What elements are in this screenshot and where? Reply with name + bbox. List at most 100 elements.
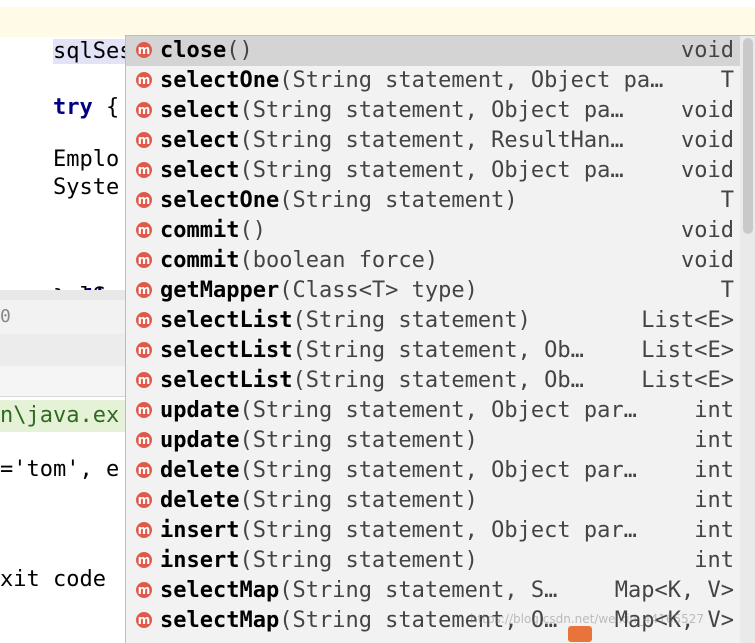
return-type: List<E> xyxy=(641,338,734,363)
console-output-line: ='tom', e xyxy=(0,457,120,482)
method-params: (String statement) xyxy=(239,428,478,453)
completion-item[interactable]: m select(String statement, ResultHan… void xyxy=(126,126,740,156)
method-icon: m xyxy=(136,432,152,448)
completion-item[interactable]: m selectList(String statement, Ob… List<E> xyxy=(126,366,740,396)
method-icon: m xyxy=(136,372,152,388)
method-params: (String statement, Ob… xyxy=(292,338,584,363)
method-name: update xyxy=(160,398,240,423)
method-icon: m xyxy=(136,192,152,208)
completion-scrollbar[interactable] xyxy=(740,36,755,643)
method-signature: getMapper(Class<T> type) xyxy=(160,276,478,306)
method-params: (String statement, Object pa… xyxy=(239,158,624,183)
completion-item[interactable]: m selectOne(String statement) T xyxy=(126,186,740,216)
code-line-1[interactable]: sqlSession. xyxy=(0,7,211,67)
method-signature: delete(String statement) xyxy=(160,486,478,516)
method-name: selectList xyxy=(160,308,293,333)
method-signature: selectList(String statement) xyxy=(160,306,531,336)
code-line-3[interactable]: Emplo xyxy=(0,145,119,175)
method-signature: selectOne(String statement, Object pa… xyxy=(160,66,663,96)
method-signature: selectList(String statement, Ob… xyxy=(160,336,584,366)
method-icon: m xyxy=(136,462,152,478)
completion-item[interactable]: m update(String statement, Object par… int xyxy=(126,396,740,426)
completion-item[interactable]: m selectOne(String statement, Object pa… T xyxy=(126,66,740,96)
console-exit-line: xit code xyxy=(0,567,106,592)
method-name: getMapper xyxy=(160,278,280,303)
method-name: selectMap xyxy=(160,578,280,603)
method-params: (String statement) xyxy=(239,548,478,573)
completion-item[interactable]: m commit() void xyxy=(126,216,740,246)
completion-item[interactable]: m selectList(String statement, Ob… List<E> xyxy=(126,336,740,366)
completion-scroll-thumb[interactable] xyxy=(743,38,753,234)
method-icon: m xyxy=(136,222,152,238)
method-params: (String statement, Ob… xyxy=(292,368,584,393)
open-brace: { xyxy=(92,95,120,120)
method-icon: m xyxy=(136,282,152,298)
method-name: delete xyxy=(160,488,240,513)
method-signature: selectList(String statement, Ob… xyxy=(160,366,584,396)
method-signature: update(String statement) xyxy=(160,426,478,456)
method-signature: insert(String statement, Object par… xyxy=(160,516,637,546)
completion-item[interactable]: m commit(boolean force) void xyxy=(126,246,740,276)
return-type: void xyxy=(681,218,734,243)
completion-item[interactable]: m select(String statement, Object pa… void xyxy=(126,156,740,186)
completion-item[interactable]: m update(String statement) int xyxy=(126,426,740,456)
method-name: insert xyxy=(160,548,240,573)
completion-item[interactable]: m getMapper(Class<T> type) T xyxy=(126,276,740,306)
completion-item[interactable]: m selectList(String statement) List<E> xyxy=(126,306,740,336)
method-params: () xyxy=(239,218,266,243)
method-icon: m xyxy=(136,312,152,328)
return-type: void xyxy=(681,98,734,123)
method-name: selectOne xyxy=(160,188,280,213)
completion-item[interactable]: m select(String statement, Object pa… void xyxy=(126,96,740,126)
completion-item[interactable]: m delete(String statement, Object par… int xyxy=(126,456,740,486)
return-type: Map<K, V> xyxy=(614,578,734,603)
method-params: (boolean force) xyxy=(239,248,439,273)
method-name: delete xyxy=(160,458,240,483)
method-icon: m xyxy=(136,342,152,358)
method-icon: m xyxy=(136,42,152,58)
method-params: (String statement) xyxy=(292,308,531,333)
method-signature: selectMap(String statement, S… xyxy=(160,576,557,606)
method-icon: m xyxy=(136,552,152,568)
method-signature: update(String statement, Object par… xyxy=(160,396,637,426)
method-icon: m xyxy=(136,252,152,268)
method-name: selectList xyxy=(160,338,293,363)
return-type: int xyxy=(694,488,734,513)
console-path-line[interactable]: n\java.ex xyxy=(0,400,130,432)
method-name: commit xyxy=(160,218,240,243)
code-line-2[interactable]: try { xyxy=(0,63,119,120)
method-icon: m xyxy=(136,162,152,178)
completion-item[interactable]: m insert(String statement, Object par… int xyxy=(126,516,740,546)
watermark-badge-icon xyxy=(568,626,592,642)
return-type: int xyxy=(694,548,734,573)
method-icon: m xyxy=(136,102,152,118)
method-icon: m xyxy=(136,132,152,148)
method-icon: m xyxy=(136,612,152,628)
method-params: (String statement, S… xyxy=(279,578,558,603)
method-params: (String statement, ResultHan… xyxy=(239,128,624,153)
method-signature: select(String statement, Object pa… xyxy=(160,156,624,186)
method-name: insert xyxy=(160,518,240,543)
return-type: void xyxy=(681,38,734,63)
code-line-4[interactable]: Syste xyxy=(0,173,119,203)
return-type: List<E> xyxy=(641,368,734,393)
method-params: (String statement) xyxy=(239,488,478,513)
method-name: selectOne xyxy=(160,68,280,93)
method-params: (String statement) xyxy=(279,188,518,213)
completion-item[interactable]: m selectMap(String statement, S… Map<K, V> xyxy=(126,576,740,606)
method-signature: selectOne(String statement) xyxy=(160,186,518,216)
completion-item[interactable]: m close() void xyxy=(126,36,740,66)
method-signature: insert(String statement) xyxy=(160,546,478,576)
completion-item[interactable]: m delete(String statement) int xyxy=(126,486,740,516)
method-name: selectMap xyxy=(160,608,280,633)
completion-item[interactable]: m insert(String statement) int xyxy=(126,546,740,576)
method-icon: m xyxy=(136,522,152,538)
return-type: void xyxy=(681,158,734,183)
method-signature: commit(boolean force) xyxy=(160,246,438,276)
return-type: T xyxy=(720,278,734,303)
code-completion-popup[interactable]: m close() void m selectOne(String statement,… xyxy=(125,35,755,643)
method-name: selectList xyxy=(160,368,293,393)
method-name: select xyxy=(160,158,240,183)
method-signature: commit() xyxy=(160,216,266,246)
method-params: (String statement, Object pa… xyxy=(279,68,664,93)
